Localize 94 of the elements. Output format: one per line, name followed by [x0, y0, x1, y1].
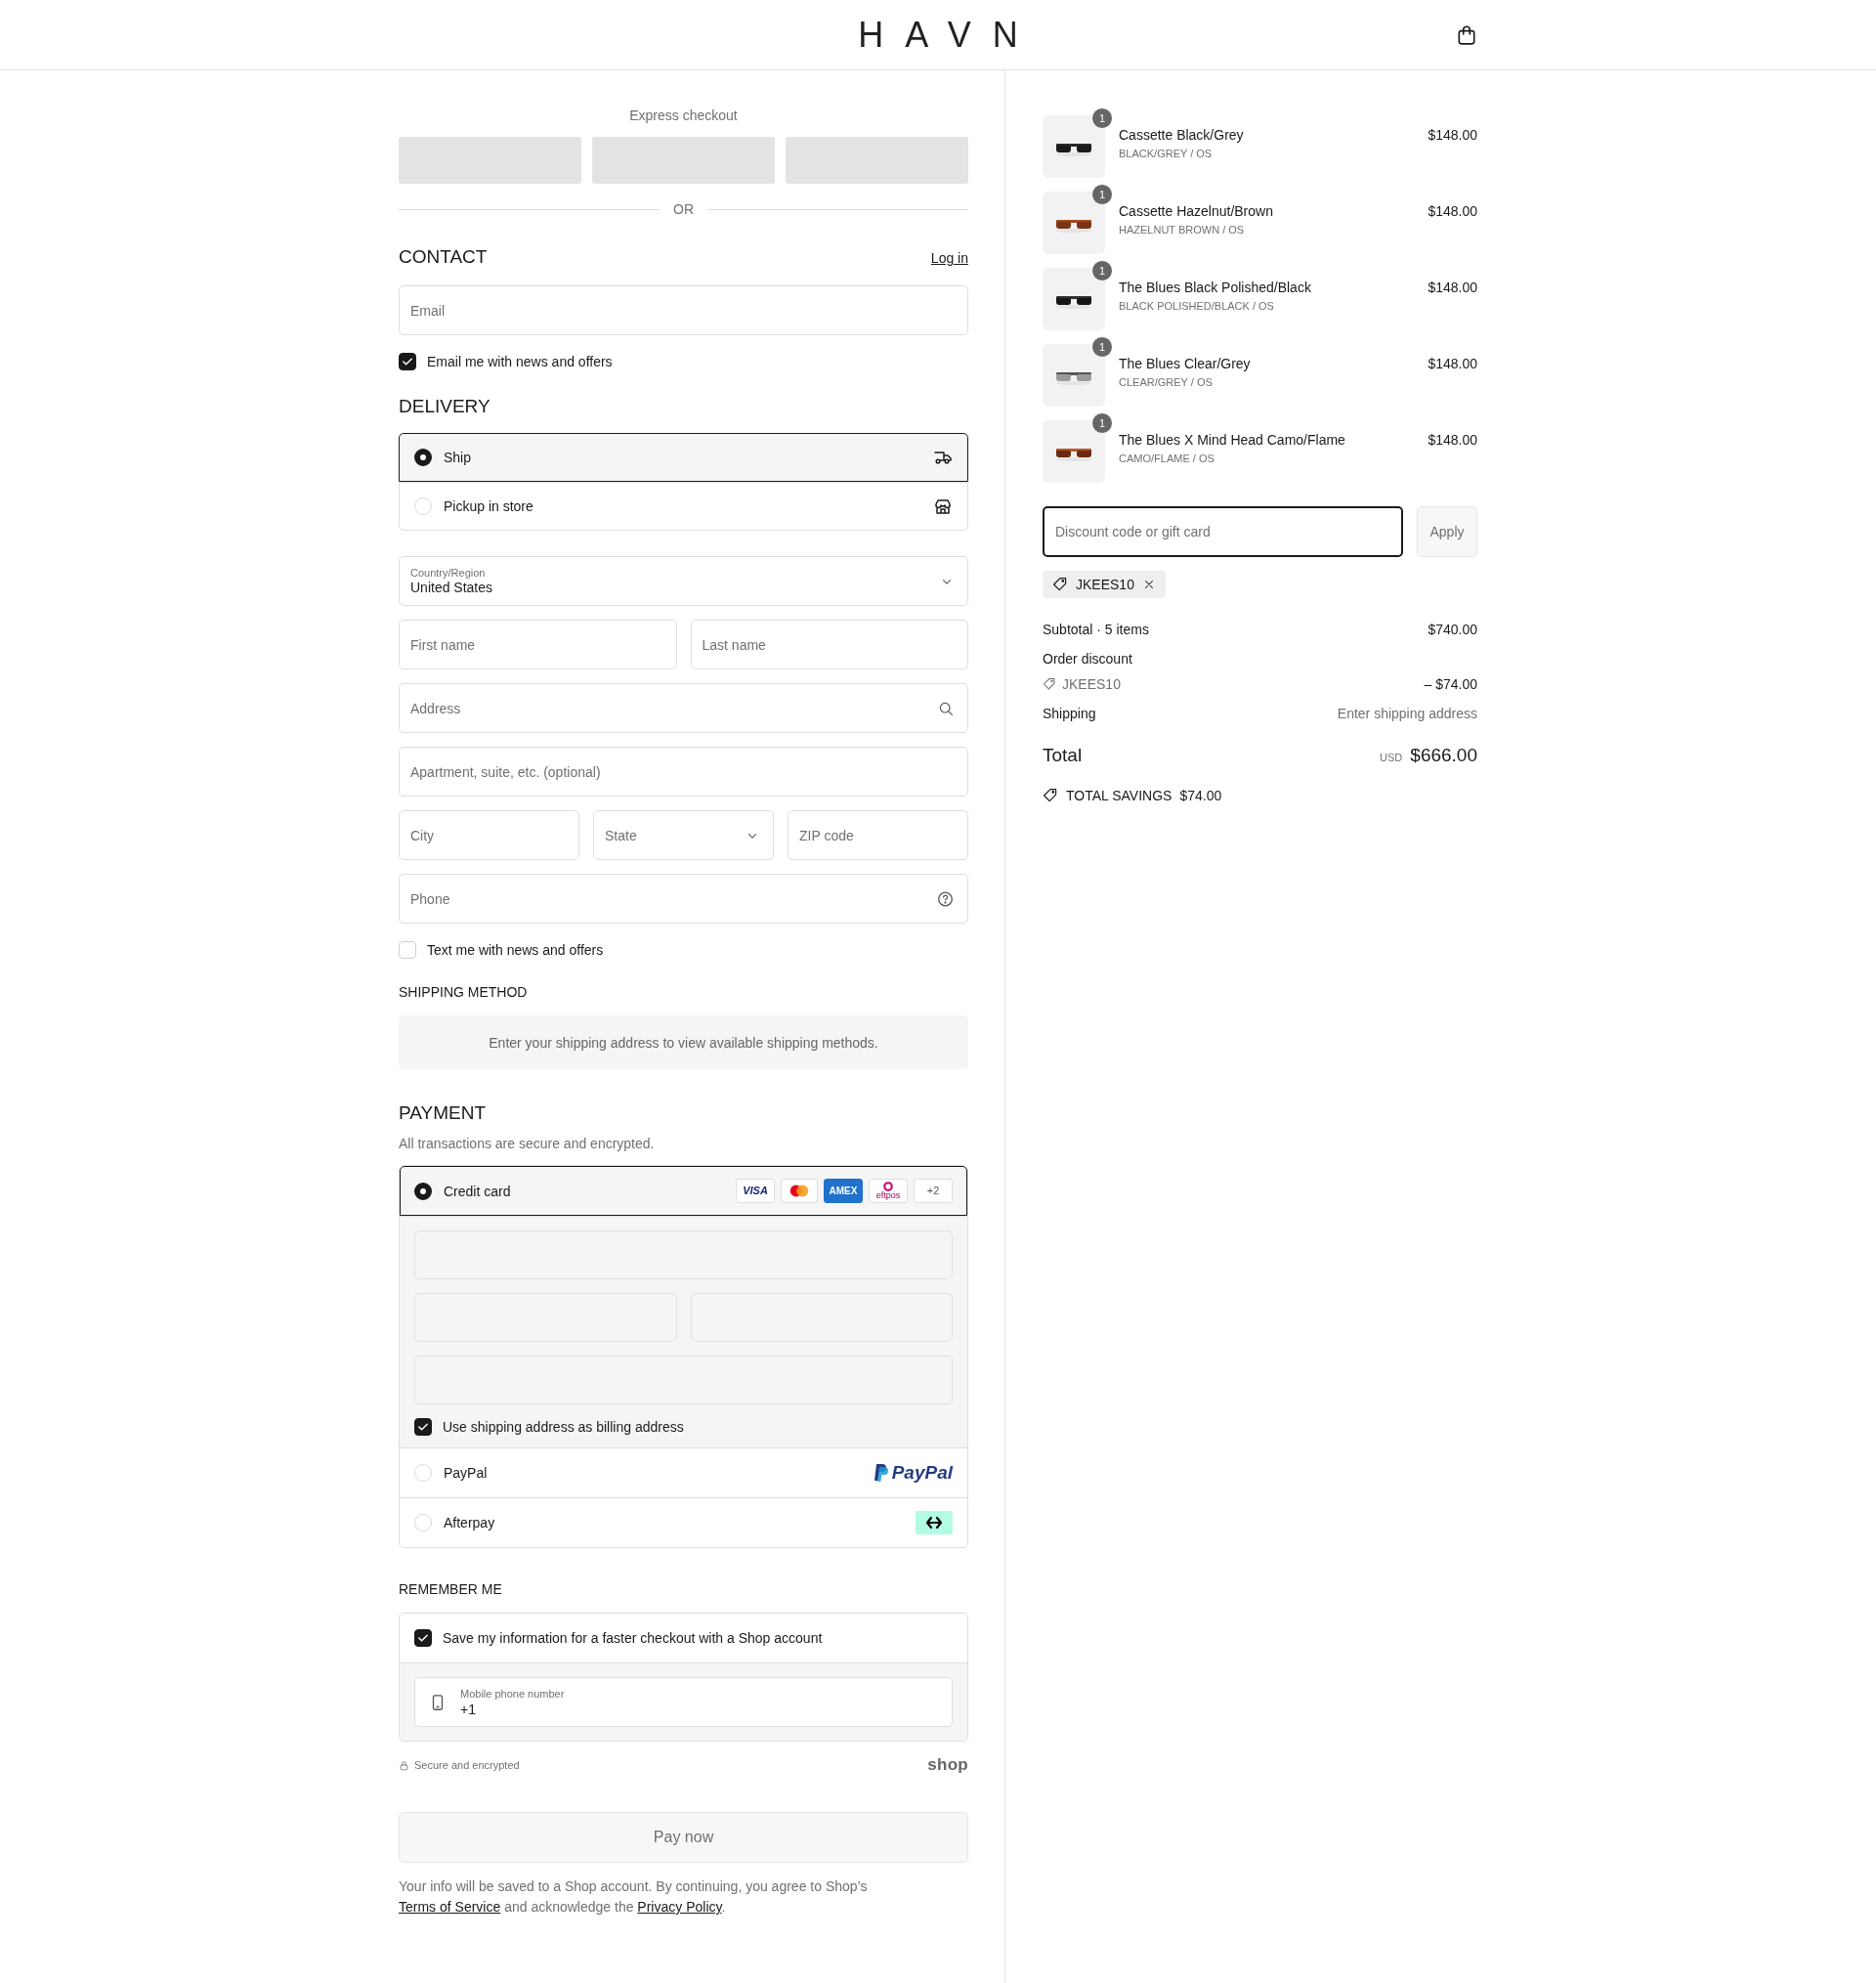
- login-link[interactable]: Log in: [930, 250, 968, 266]
- quantity-badge: 1: [1091, 336, 1113, 358]
- product-variant: CLEAR/GREY / OS: [1119, 376, 1214, 388]
- security-note: Secure and encrypted: [414, 1759, 520, 1771]
- product-variant: HAZELNUT BROWN / OS: [1119, 224, 1246, 236]
- discount-label: Order discount: [1043, 651, 1132, 667]
- legal-notice: Your info will be saved to a Shop account. By continuing, you agree to Shop’s Terms of Service and acknowledge the Privacy Policy.: [399, 1877, 869, 1917]
- shipping-label: Shipping: [1043, 706, 1096, 721]
- brand-logo[interactable]: HAVN: [858, 17, 1040, 53]
- quantity-badge: 1: [1091, 260, 1113, 281]
- product-price: $148.00: [1428, 431, 1477, 448]
- store-icon: [933, 496, 953, 516]
- payment-option[interactable]: Afterpay: [400, 1497, 967, 1547]
- separator-label: OR: [673, 201, 694, 217]
- card-brand-logo: eftpos: [869, 1179, 908, 1203]
- section-heading: DELIVERY: [399, 396, 491, 417]
- payment-subtitle: All transactions are secure and encrypted.: [399, 1136, 656, 1151]
- shopping-bag-icon[interactable]: [1456, 23, 1477, 46]
- product-price: $148.00: [1428, 126, 1477, 143]
- product-name: The Blues X Mind Head Camo/Flame: [1119, 432, 1346, 448]
- delivery-option[interactable]: Pickup in store: [399, 482, 968, 531]
- subtotal-label: Subtotal · 5 items: [1043, 622, 1149, 637]
- input-field[interactable]: Last name: [690, 620, 968, 669]
- afterpay-logo: [916, 1511, 953, 1534]
- product-name: The Blues Clear/Grey: [1119, 356, 1252, 371]
- savings-amount: $74.00: [1179, 788, 1222, 803]
- shop-logo: shop: [927, 1755, 968, 1775]
- tag-icon: [1052, 577, 1068, 592]
- phone-field[interactable]: Mobile phone number +1: [414, 1677, 953, 1727]
- delivery-option[interactable]: Ship: [399, 433, 968, 482]
- section-heading: PAYMENT: [399, 1102, 488, 1124]
- tag-icon: [1043, 788, 1058, 803]
- checkbox[interactable]: [414, 1418, 432, 1436]
- radio-button[interactable]: [414, 449, 432, 466]
- section-heading: CONTACT: [399, 246, 488, 268]
- product-name: Cassette Black/Grey: [1119, 127, 1245, 143]
- card-brand-logo: [781, 1179, 818, 1203]
- payment-option[interactable]: Credit card VISA AMEX eftpos +2: [400, 1166, 967, 1216]
- more-brands-badge: +2: [914, 1179, 953, 1203]
- checkbox-label: Email me with news and offers: [427, 354, 613, 369]
- card-brand-logo: VISA: [736, 1179, 775, 1203]
- quantity-badge: 1: [1091, 412, 1113, 434]
- shipping-methods-notice: Enter your shipping address to view available shipping methods.: [399, 1015, 968, 1069]
- savings-label: TOTAL SAVINGS: [1066, 788, 1172, 803]
- discount-code: JKEES10: [1062, 676, 1121, 692]
- express-pay-button[interactable]: [786, 137, 968, 184]
- product-price: $148.00: [1428, 202, 1477, 219]
- product-price: $148.00: [1428, 355, 1477, 371]
- section-heading: SHIPPING METHOD: [399, 984, 529, 1000]
- checkbox-label: Use shipping address as billing address: [443, 1419, 684, 1435]
- input-field[interactable]: Apartment, suite, etc. (optional): [399, 747, 968, 797]
- total-amount: $666.00: [1410, 745, 1477, 765]
- radio-button[interactable]: [414, 1182, 432, 1200]
- swirl-icon: [883, 1182, 893, 1191]
- discount-code: JKEES10: [1076, 577, 1134, 592]
- product-variant: CAMO/FLAME / OS: [1119, 453, 1215, 464]
- checkbox[interactable]: [399, 353, 416, 370]
- currency-code: USD: [1380, 752, 1403, 763]
- section-title: Express checkout: [628, 108, 739, 123]
- card-brand-logo: AMEX: [824, 1179, 863, 1203]
- subtotal-amount: $740.00: [1428, 622, 1477, 637]
- quantity-badge: 1: [1091, 184, 1113, 205]
- express-pay-button[interactable]: [399, 137, 581, 184]
- quantity-badge: 1: [1091, 108, 1113, 129]
- express-pay-button[interactable]: [592, 137, 775, 184]
- checkbox-label: Text me with news and offers: [427, 942, 604, 958]
- paypal-mark-icon: [872, 1463, 888, 1483]
- input-field[interactable]: ZIP code: [788, 810, 968, 860]
- paypal-logo: PayPal: [872, 1462, 953, 1484]
- checkbox[interactable]: [414, 1629, 432, 1647]
- product-variant: BLACK/GREY / OS: [1119, 148, 1214, 159]
- total-label: Total: [1043, 745, 1083, 766]
- section-heading: REMEMBER ME: [399, 1581, 503, 1597]
- checkbox-label: Save my information for a faster checkout with a Shop account: [443, 1630, 823, 1646]
- input-field[interactable]: First name: [399, 620, 677, 669]
- email-field[interactable]: Email: [399, 285, 968, 335]
- input-field[interactable]: City: [399, 810, 579, 860]
- discount-amount: – $74.00: [1424, 676, 1477, 692]
- lock-icon: [399, 1759, 409, 1771]
- shipping-value: Enter shipping address: [1337, 706, 1477, 721]
- product-price: $148.00: [1428, 279, 1477, 295]
- phone-field[interactable]: Phone: [399, 874, 968, 924]
- product-name: The Blues Black Polished/Black: [1119, 280, 1312, 295]
- product-variant: BLACK POLISHED/BLACK / OS: [1119, 300, 1275, 312]
- discount-field[interactable]: Discount code or gift card: [1043, 506, 1403, 557]
- tag-icon: [1043, 677, 1056, 691]
- address-field[interactable]: Address: [399, 683, 968, 733]
- search-icon: [938, 700, 954, 716]
- country-select[interactable]: Country/Region United States: [399, 556, 968, 606]
- product-name: Cassette Hazelnut/Brown: [1119, 203, 1274, 219]
- apply-button[interactable]: Apply: [1417, 506, 1477, 557]
- state-select[interactable]: State: [593, 810, 774, 860]
- terms-link[interactable]: Terms of Service: [399, 1899, 501, 1915]
- help-icon[interactable]: [937, 890, 954, 907]
